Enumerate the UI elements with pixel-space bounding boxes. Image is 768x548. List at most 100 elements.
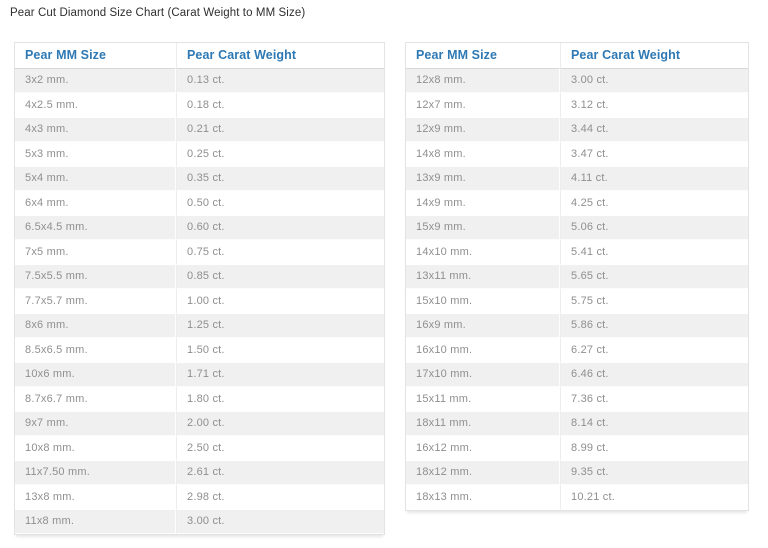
table-row: 18x13 mm.10.21 ct.: [406, 485, 748, 510]
table-row: 7x5 mm.0.75 ct.: [15, 240, 384, 265]
mm-size-cell: 6x4 mm.: [15, 191, 176, 216]
mm-size-cell: 11x8 mm.: [15, 510, 176, 535]
carat-weight-cell: 0.50 ct.: [176, 191, 384, 216]
carat-weight-cell: 6.27 ct.: [560, 338, 748, 363]
column-header-mm-size: Pear MM Size: [406, 43, 560, 69]
mm-size-cell: 8.5x6.5 mm.: [15, 338, 176, 363]
mm-size-cell: 5x3 mm.: [15, 142, 176, 167]
carat-weight-cell: 2.61 ct.: [176, 461, 384, 486]
mm-size-cell: 15x9 mm.: [406, 216, 560, 241]
table-row: 5x3 mm.0.25 ct.: [15, 142, 384, 167]
pear-size-table-right: Pear MM Size Pear Carat Weight 12x8 mm.3…: [405, 42, 749, 511]
mm-size-cell: 16x12 mm.: [406, 436, 560, 461]
carat-weight-cell: 0.85 ct.: [176, 265, 384, 290]
table-header-row: Pear MM Size Pear Carat Weight: [406, 43, 748, 69]
table-row: 15x9 mm.5.06 ct.: [406, 216, 748, 241]
carat-weight-cell: 3.00 ct.: [560, 69, 748, 94]
table-row: 8.7x6.7 mm.1.80 ct.: [15, 387, 384, 412]
table-row: 6.5x4.5 mm.0.60 ct.: [15, 216, 384, 241]
table-row: 8.5x6.5 mm.1.50 ct.: [15, 338, 384, 363]
mm-size-cell: 7x5 mm.: [15, 240, 176, 265]
mm-size-cell: 17x10 mm.: [406, 363, 560, 388]
carat-weight-cell: 0.60 ct.: [176, 216, 384, 241]
mm-size-cell: 16x10 mm.: [406, 338, 560, 363]
table-row: 4x3 mm.0.21 ct.: [15, 118, 384, 143]
table-row: 13x11 mm.5.65 ct.: [406, 265, 748, 290]
carat-weight-cell: 8.99 ct.: [560, 436, 748, 461]
mm-size-cell: 14x9 mm.: [406, 191, 560, 216]
mm-size-cell: 18x11 mm.: [406, 412, 560, 437]
page-title: Pear Cut Diamond Size Chart (Carat Weigh…: [10, 7, 305, 19]
table-row: 18x11 mm.8.14 ct.: [406, 412, 748, 437]
mm-size-cell: 11x7.50 mm.: [15, 461, 176, 486]
table-row: 16x12 mm.8.99 ct.: [406, 436, 748, 461]
carat-weight-cell: 5.65 ct.: [560, 265, 748, 290]
mm-size-cell: 18x12 mm.: [406, 461, 560, 486]
table-row: 11x7.50 mm.2.61 ct.: [15, 461, 384, 486]
mm-size-cell: 6.5x4.5 mm.: [15, 216, 176, 241]
carat-weight-cell: 2.98 ct.: [176, 485, 384, 510]
mm-size-cell: 15x10 mm.: [406, 289, 560, 314]
table-row: 7.5x5.5 mm.0.85 ct.: [15, 265, 384, 290]
mm-size-cell: 4x2.5 mm.: [15, 93, 176, 118]
carat-weight-cell: 1.25 ct.: [176, 314, 384, 339]
carat-weight-cell: 4.25 ct.: [560, 191, 748, 216]
carat-weight-cell: 0.21 ct.: [176, 118, 384, 143]
table-row: 12x9 mm.3.44 ct.: [406, 118, 748, 143]
mm-size-cell: 15x11 mm.: [406, 387, 560, 412]
mm-size-cell: 3x2 mm.: [15, 69, 176, 94]
carat-weight-cell: 3.12 ct.: [560, 93, 748, 118]
carat-weight-cell: 1.00 ct.: [176, 289, 384, 314]
carat-weight-cell: 3.44 ct.: [560, 118, 748, 143]
carat-weight-cell: 1.80 ct.: [176, 387, 384, 412]
column-header-carat-weight: Pear Carat Weight: [176, 43, 384, 69]
carat-weight-cell: 0.18 ct.: [176, 93, 384, 118]
carat-weight-cell: 9.35 ct.: [560, 461, 748, 486]
mm-size-cell: 5x4 mm.: [15, 167, 176, 192]
carat-weight-cell: 3.47 ct.: [560, 142, 748, 167]
carat-weight-cell: 7.36 ct.: [560, 387, 748, 412]
table-row: 10x8 mm.2.50 ct.: [15, 436, 384, 461]
table-row: 10x6 mm.1.71 ct.: [15, 363, 384, 388]
table-row: 14x10 mm.5.41 ct.: [406, 240, 748, 265]
table-row: 11x8 mm.3.00 ct.: [15, 510, 384, 535]
carat-weight-cell: 10.21 ct.: [560, 485, 748, 510]
carat-weight-cell: 0.35 ct.: [176, 167, 384, 192]
carat-weight-cell: 5.86 ct.: [560, 314, 748, 339]
table-row: 13x8 mm.2.98 ct.: [15, 485, 384, 510]
mm-size-cell: 13x11 mm.: [406, 265, 560, 290]
table-row: 15x10 mm.5.75 ct.: [406, 289, 748, 314]
carat-weight-cell: 5.06 ct.: [560, 216, 748, 241]
carat-weight-cell: 2.50 ct.: [176, 436, 384, 461]
mm-size-cell: 9x7 mm.: [15, 412, 176, 437]
mm-size-cell: 8.7x6.7 mm.: [15, 387, 176, 412]
carat-weight-cell: 5.41 ct.: [560, 240, 748, 265]
pear-size-table-left: Pear MM Size Pear Carat Weight 3x2 mm.0.…: [14, 42, 385, 535]
carat-weight-cell: 0.25 ct.: [176, 142, 384, 167]
mm-size-cell: 13x9 mm.: [406, 167, 560, 192]
table-row: 16x10 mm.6.27 ct.: [406, 338, 748, 363]
table-row: 14x9 mm.4.25 ct.: [406, 191, 748, 216]
table-row: 7.7x5.7 mm.1.00 ct.: [15, 289, 384, 314]
table-row: 16x9 mm.5.86 ct.: [406, 314, 748, 339]
table-row: 14x8 mm.3.47 ct.: [406, 142, 748, 167]
mm-size-cell: 10x8 mm.: [15, 436, 176, 461]
carat-weight-cell: 5.75 ct.: [560, 289, 748, 314]
mm-size-cell: 8x6 mm.: [15, 314, 176, 339]
carat-weight-cell: 1.71 ct.: [176, 363, 384, 388]
mm-size-cell: 12x7 mm.: [406, 93, 560, 118]
table-row: 13x9 mm.4.11 ct.: [406, 167, 748, 192]
table-row: 9x7 mm.2.00 ct.: [15, 412, 384, 437]
mm-size-cell: 4x3 mm.: [15, 118, 176, 143]
column-header-mm-size: Pear MM Size: [15, 43, 176, 69]
carat-weight-cell: 2.00 ct.: [176, 412, 384, 437]
table-row: 12x8 mm.3.00 ct.: [406, 69, 748, 94]
mm-size-cell: 14x10 mm.: [406, 240, 560, 265]
table-row: 3x2 mm.0.13 ct.: [15, 69, 384, 94]
table-body: 3x2 mm.0.13 ct.4x2.5 mm.0.18 ct.4x3 mm.0…: [15, 69, 384, 535]
table-header-row: Pear MM Size Pear Carat Weight: [15, 43, 384, 69]
table-row: 18x12 mm.9.35 ct.: [406, 461, 748, 486]
mm-size-cell: 12x8 mm.: [406, 69, 560, 94]
carat-weight-cell: 6.46 ct.: [560, 363, 748, 388]
mm-size-cell: 10x6 mm.: [15, 363, 176, 388]
